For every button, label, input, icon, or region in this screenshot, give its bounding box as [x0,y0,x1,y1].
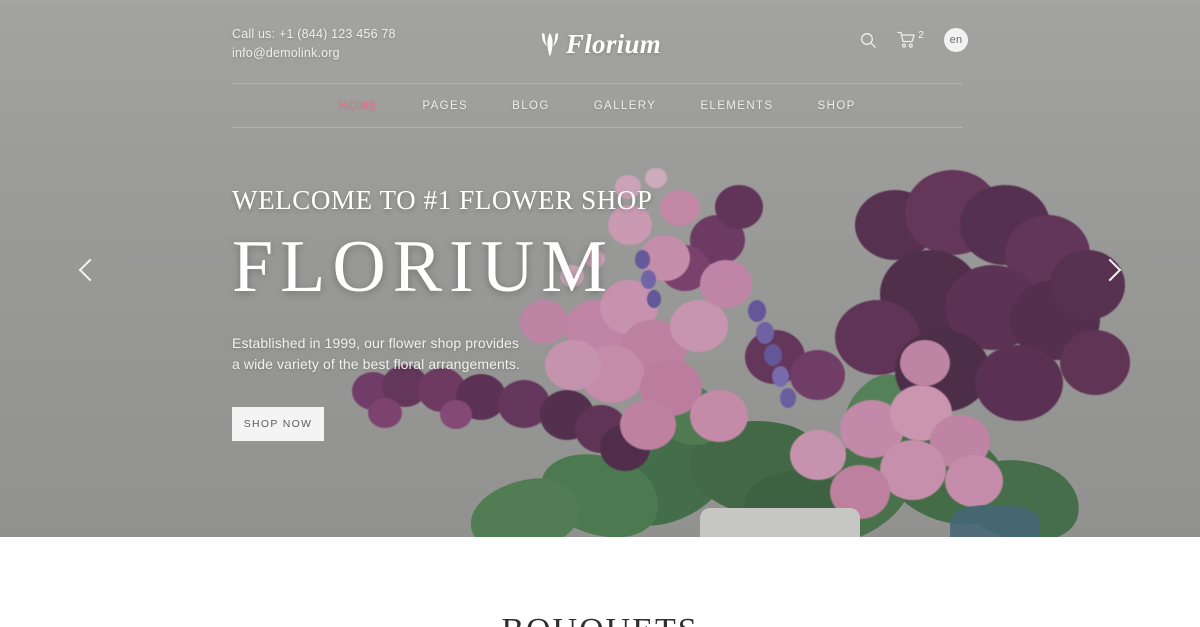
section-title-bouquets: BOUQUETS [0,612,1200,627]
nav-item-home[interactable]: HOME [338,100,378,112]
hero-description: Established in 1999, our flower shop pro… [232,333,792,375]
language-switcher[interactable]: en [944,28,968,52]
main-navigation: HOME PAGES BLOG GALLERY ELEMENTS SHOP [232,83,962,128]
hero-description-line-2: a wide variety of the best floral arrang… [232,355,520,372]
cart-icon [897,31,915,48]
nav-item-pages[interactable]: PAGES [422,100,468,112]
slider-prev-button[interactable] [70,250,110,290]
site-header: Call us: +1 (844) 123 456 78 info@demoli… [0,0,1200,88]
cart-button[interactable]: 2 [897,29,924,49]
nav-item-gallery[interactable]: GALLERY [594,100,657,112]
chevron-left-icon [78,258,102,282]
nav-item-shop[interactable]: SHOP [818,100,856,112]
hero-eyebrow: WELCOME TO #1 FLOWER SHOP [232,185,653,215]
nav-list: HOME PAGES BLOG GALLERY ELEMENTS SHOP [232,84,962,127]
hero-title: FLORIUM [232,226,615,309]
slider-next-button[interactable] [1090,250,1130,290]
hero-slide-content: WELCOME TO #1 FLOWER SHOP FLORIUM Establ… [232,185,792,441]
logo-text: Florium [565,28,662,59]
search-icon[interactable] [860,32,877,49]
chevron-right-icon [1098,258,1122,282]
nav-item-blog[interactable]: BLOG [512,100,550,112]
nav-item-elements[interactable]: ELEMENTS [700,100,773,112]
header-actions: 2 en [860,28,968,52]
site-logo[interactable]: Florium [0,27,1200,61]
shop-now-button[interactable]: SHOP NOW [232,406,324,441]
page-root: WELCOME TO #1 FLOWER SHOP FLORIUM Establ… [0,0,1200,627]
tulip-flower-icon [541,33,558,57]
hero-description-line-1: Established in 1999, our flower shop pro… [232,334,520,351]
cart-count-badge: 2 [918,29,924,41]
